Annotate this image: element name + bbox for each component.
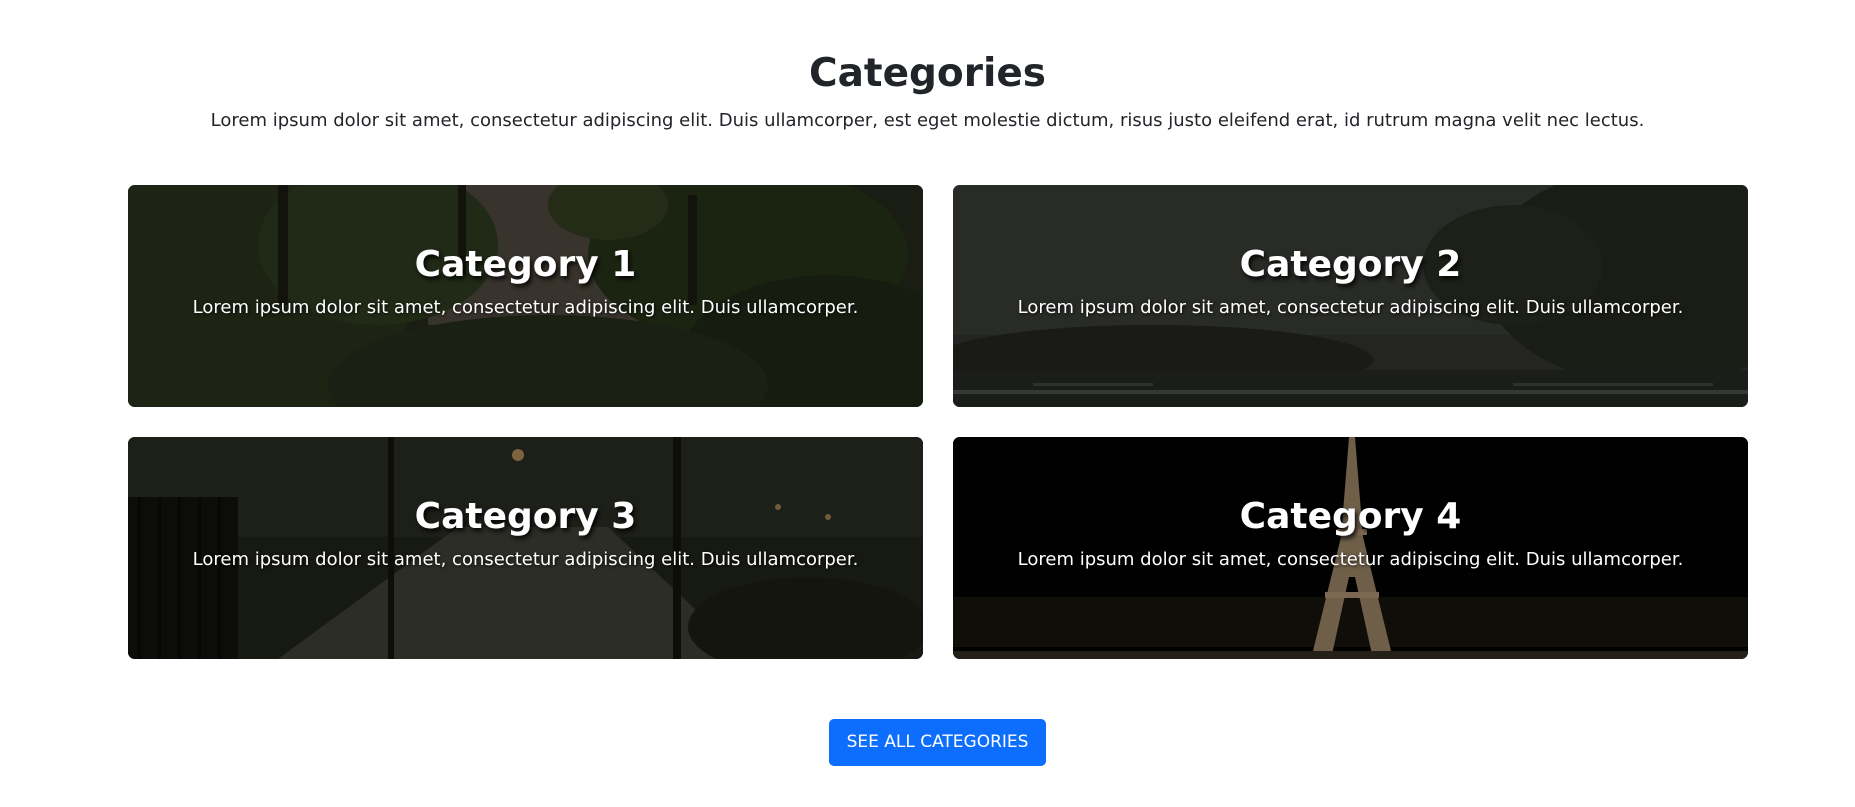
section-subtitle: Lorem ipsum dolor sit amet, consectetur …: [210, 110, 1645, 131]
category-card-3[interactable]: Category 3 Lorem ipsum dolor sit amet, c…: [128, 437, 923, 659]
categories-section: Categories Lorem ipsum dolor sit amet, c…: [0, 0, 1855, 807]
category-card-4[interactable]: Category 4 Lorem ipsum dolor sit amet, c…: [953, 437, 1748, 659]
see-all-categories-button[interactable]: SEE ALL CATEGORIES: [829, 719, 1046, 766]
category-card-2[interactable]: Category 2 Lorem ipsum dolor sit amet, c…: [953, 185, 1748, 407]
category-description: Lorem ipsum dolor sit amet, consectetur …: [1017, 297, 1684, 318]
category-title: Category 3: [414, 496, 637, 537]
category-card-1[interactable]: Category 1 Lorem ipsum dolor sit amet, c…: [128, 185, 923, 407]
category-title: Category 4: [1239, 496, 1462, 537]
category-description: Lorem ipsum dolor sit amet, consectetur …: [192, 549, 859, 570]
category-description: Lorem ipsum dolor sit amet, consectetur …: [1017, 549, 1684, 570]
category-description: Lorem ipsum dolor sit amet, consectetur …: [192, 297, 859, 318]
category-title: Category 1: [414, 244, 637, 285]
section-title: Categories: [808, 51, 1046, 96]
category-title: Category 2: [1239, 244, 1462, 285]
